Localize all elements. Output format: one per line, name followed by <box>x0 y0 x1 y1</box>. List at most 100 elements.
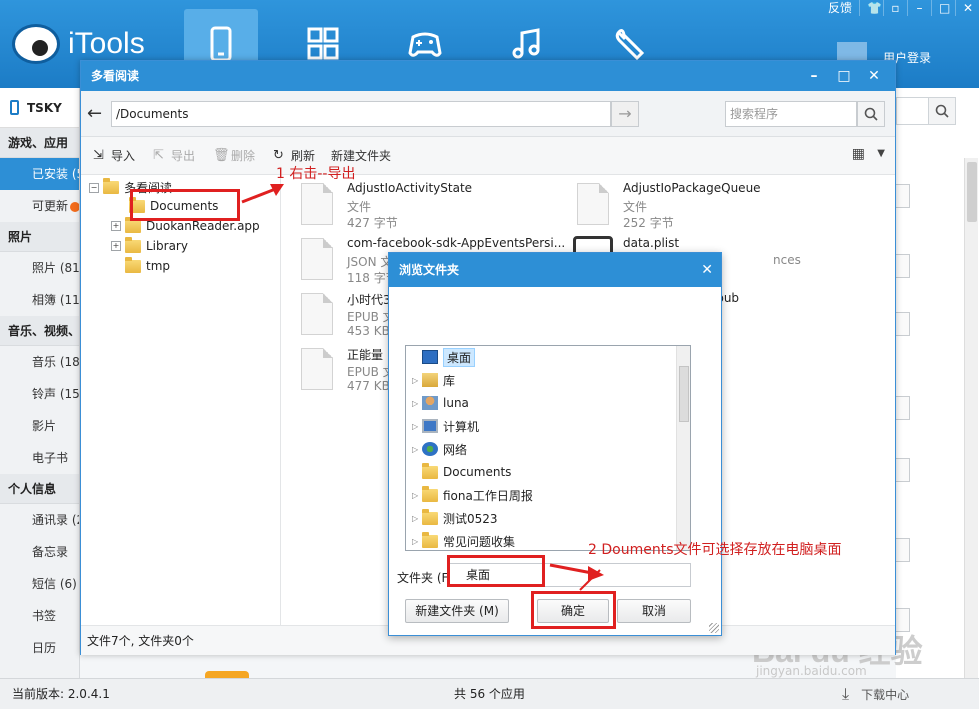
expand-icon[interactable]: + <box>111 221 121 231</box>
skin-icon[interactable]: 👕 <box>859 0 883 16</box>
sidebar-item-label: 可更新 <box>32 199 69 213</box>
expand-icon[interactable]: ▷ <box>412 537 422 546</box>
app-list-scrollbar[interactable] <box>964 158 978 678</box>
folder-icon <box>125 236 141 253</box>
browse-node-computer[interactable]: ▷ 计算机 <box>412 416 479 436</box>
delete-button[interactable]: 🗑 删除 <box>213 147 255 164</box>
file-name: AdjustIoActivityState <box>347 181 473 195</box>
sidebar-item-contacts[interactable]: 通讯录 (2 <box>0 504 79 536</box>
sidebar-item-notes[interactable]: 备忘录 <box>0 536 79 568</box>
file-icon <box>301 238 333 280</box>
dialog-title: 多看阅读 <box>91 69 140 83</box>
file-icon <box>301 183 333 225</box>
sidebar-item-calendar[interactable]: 日历 <box>0 632 79 664</box>
sidebar-item-sms[interactable]: 短信 (6) <box>0 568 79 600</box>
app-action-button[interactable] <box>896 184 910 208</box>
expand-icon[interactable]: ▷ <box>412 514 422 523</box>
app-action-button[interactable] <box>896 396 910 420</box>
expand-icon[interactable]: ▷ <box>412 422 422 431</box>
browse-node-desktop[interactable]: 桌面 <box>412 347 476 367</box>
app-action-button[interactable] <box>896 312 910 336</box>
close-icon[interactable]: ✕ <box>701 253 713 287</box>
expand-icon[interactable]: ▷ <box>412 491 422 500</box>
tree-node-tmp[interactable]: tmp <box>125 256 170 273</box>
sidebar-item-bookmarks[interactable]: 书签 <box>0 600 79 632</box>
version-label: 当前版本: 2.0.4.1 <box>12 687 110 701</box>
back-arrow-icon[interactable]: ← <box>87 103 102 124</box>
sidebar-item-movies[interactable]: 影片 <box>0 410 79 442</box>
apps-grid-icon <box>307 27 339 60</box>
expand-icon[interactable]: + <box>111 241 121 251</box>
browse-node-test0523[interactable]: ▷ 测试0523 <box>412 508 498 528</box>
sidebar-item-music[interactable]: 音乐 (18 <box>0 346 79 378</box>
export-icon: ⇱ <box>153 147 164 163</box>
app-action-button[interactable] <box>896 538 910 562</box>
close-icon[interactable]: ✕ <box>955 0 979 16</box>
sidebar-item-photos[interactable]: 照片 (81 <box>0 252 79 284</box>
file-item[interactable]: AdjustIoPackageQueue 文件 252 字节 <box>565 179 835 231</box>
phone-icon <box>10 100 19 115</box>
browse-node-network[interactable]: ▷ 网络 <box>412 439 467 459</box>
sidebar-group-media: 音乐、视频、 <box>0 316 79 346</box>
resize-grip-icon[interactable] <box>709 623 719 633</box>
maximize-icon[interactable]: □ <box>829 61 859 91</box>
expand-icon[interactable]: ▷ <box>412 445 422 454</box>
folder-icon <box>422 462 438 479</box>
address-bar: ← /Documents → 搜索程序 <box>81 91 895 137</box>
app-action-button[interactable] <box>896 254 910 278</box>
device-name: TSKY <box>27 100 62 115</box>
collapse-icon[interactable]: − <box>89 182 99 193</box>
sidebar-item-updates[interactable]: 可更新 <box>0 190 79 222</box>
export-button[interactable]: ⇱ 导出 <box>153 147 195 164</box>
file-search-input[interactable]: 搜索程序 <box>725 101 857 127</box>
grid-view-icon[interactable]: ▦ <box>852 146 865 162</box>
scrollbar-thumb[interactable] <box>679 366 689 422</box>
browse-node-luna[interactable]: ▷ luna <box>412 393 469 413</box>
path-input[interactable]: /Documents <box>111 101 611 127</box>
sidebar-item-ebooks[interactable]: 电子书 <box>0 442 79 474</box>
highlight-folder-input <box>447 555 545 587</box>
sidebar-item-albums[interactable]: 相簿 (11 <box>0 284 79 316</box>
itools-logo: iTools <box>12 24 145 64</box>
refresh-label: 刷新 <box>291 149 316 163</box>
folder-icon <box>422 531 438 548</box>
file-search-button[interactable] <box>857 101 885 127</box>
highlight-documents <box>130 189 240 221</box>
expand-icon[interactable]: ▷ <box>412 376 422 385</box>
minimize-icon[interactable]: – <box>907 0 931 16</box>
tree-node-duokanreader[interactable]: + DuokanReader.app <box>111 216 260 233</box>
feedback-link[interactable]: 反馈 <box>821 0 859 16</box>
browse-node-library[interactable]: ▷ 库 <box>412 370 455 390</box>
browse-tree-scrollbar[interactable] <box>676 346 690 550</box>
browse-node-faq[interactable]: ▷ 常见问题收集 <box>412 531 515 550</box>
app-search-button[interactable] <box>928 97 956 125</box>
sidebar-item-installed[interactable]: 已安装 (5 <box>0 158 79 190</box>
maximize-icon[interactable]: □ <box>931 0 955 16</box>
expand-icon[interactable]: ▷ <box>412 399 422 408</box>
browse-node-label: Documents <box>443 465 512 479</box>
close-icon[interactable]: ✕ <box>859 61 889 91</box>
chevron-down-icon[interactable]: ▼ <box>877 148 885 159</box>
refresh-button[interactable]: ↻ 刷新 <box>273 147 315 164</box>
device-header[interactable]: TSKY <box>0 88 79 128</box>
minimize-icon[interactable]: – <box>799 61 829 91</box>
browse-node-label: 桌面 <box>443 347 476 367</box>
tree-node-library[interactable]: + Library <box>111 236 188 253</box>
download-center-button[interactable]: ⤓ 下载中心 <box>842 684 909 704</box>
app-action-button[interactable] <box>896 458 910 482</box>
browse-node-documents[interactable]: Documents <box>412 462 511 482</box>
menu-icon[interactable]: ▫ <box>883 0 907 16</box>
sidebar-item-ringtones[interactable]: 铃声 (15 <box>0 378 79 410</box>
new-folder-button[interactable]: 新建文件夹 (M) <box>405 599 509 623</box>
cancel-button[interactable]: 取消 <box>617 599 691 623</box>
file-item[interactable]: AdjustIoActivityState 文件 427 字节 <box>289 179 559 231</box>
browse-node-fiona[interactable]: ▷ fiona工作日周报 <box>412 485 533 505</box>
folder-icon <box>422 485 438 502</box>
export-label: 导出 <box>171 149 196 163</box>
scrollbar-thumb[interactable] <box>967 162 977 222</box>
import-button[interactable]: ⇲ 导入 <box>93 147 135 164</box>
library-icon <box>422 373 438 387</box>
new-folder-button[interactable]: 新建文件夹 <box>331 147 391 164</box>
browse-node-label: luna <box>443 396 469 410</box>
forward-arrow-icon[interactable]: → <box>611 101 639 127</box>
